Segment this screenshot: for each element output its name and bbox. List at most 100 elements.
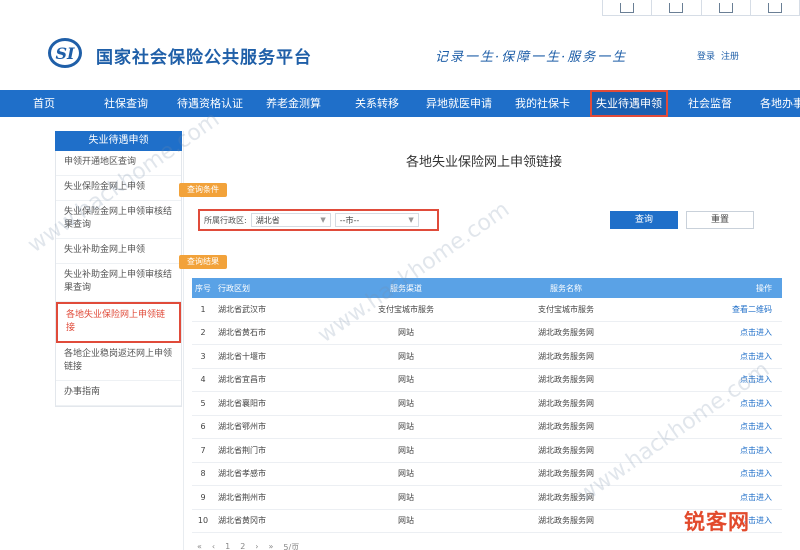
row-action-link[interactable]: 点击进入 <box>626 492 782 503</box>
table-cell: 湖北省黄石市 <box>218 328 266 338</box>
table-cell: 9 <box>200 492 206 502</box>
site-title[interactable]: 国家社会保险公共服务平台 <box>96 43 312 68</box>
nav-item[interactable]: 关系转移 <box>355 90 399 117</box>
table-cell: 湖北省宜昌市 <box>218 375 266 385</box>
table-cell: 3 <box>200 351 206 361</box>
header-cell: 服务名称 <box>550 283 582 293</box>
table-row: 4 湖北省宜昌市 网站 湖北政务服务网 点击进入 <box>192 369 782 392</box>
table-cell: 湖北省荆门市 <box>218 445 266 455</box>
pager-item[interactable]: « <box>197 542 202 550</box>
filter-section-tag: 查询条件 <box>179 183 227 197</box>
row-action-link[interactable]: 点击进入 <box>626 327 782 338</box>
header-cell: 序号 <box>195 283 211 293</box>
table-cell: 湖北省荆州市 <box>218 492 266 502</box>
pager-item[interactable]: 1 <box>225 542 230 550</box>
main-panel: 各地失业保险网上申领链接 查询条件 所属行政区: 湖北省 ▼ --市-- ▼ 查… <box>179 131 783 550</box>
logo-icon[interactable]: SI <box>48 38 82 68</box>
nav-item[interactable]: 养老金测算 <box>266 90 321 117</box>
table-cell: 8 <box>200 469 206 479</box>
table-cell: 网站 <box>398 375 414 385</box>
region-filter-label: 所属行政区: <box>204 215 247 225</box>
table-row: 2 湖北省黄石市 网站 湖北政务服务网 点击进入 <box>192 322 782 345</box>
login-link[interactable]: 登录 <box>697 52 715 62</box>
pager-item[interactable]: » <box>269 542 274 550</box>
register-link[interactable]: 注册 <box>721 52 739 62</box>
chevron-down-icon: ▼ <box>408 216 414 224</box>
table-cell: 网站 <box>398 398 414 408</box>
print-icon[interactable] <box>702 0 751 15</box>
table-cell: 7 <box>200 445 206 455</box>
table-cell: 湖北政务服务网 <box>538 422 594 432</box>
site-slogan: 记录一生·保障一生·服务一生 <box>435 50 628 65</box>
table-cell: 湖北政务服务网 <box>538 328 594 338</box>
app-icon[interactable] <box>603 0 653 15</box>
site-header: SI 国家社会保险公共服务平台 记录一生·保障一生·服务一生 登录 注册 <box>0 28 800 84</box>
table-cell: 5 <box>200 398 206 408</box>
row-action-link[interactable]: 查看二维码 <box>626 304 782 315</box>
page-title: 各地失业保险网上申领链接 <box>405 155 562 170</box>
region-filter: 所属行政区: 湖北省 ▼ --市-- ▼ <box>198 209 439 231</box>
city-select[interactable]: --市-- ▼ <box>334 213 419 227</box>
table-cell: 支付宝城市服务 <box>538 304 594 314</box>
table-cell: 湖北省黄冈市 <box>218 516 266 526</box>
nav-item[interactable]: 我的社保卡 <box>515 90 570 117</box>
login-links: 登录 注册 <box>697 49 745 62</box>
table-cell: 网站 <box>398 445 414 455</box>
share-icon[interactable] <box>652 0 702 15</box>
query-button[interactable]: 查询 <box>610 211 678 229</box>
pager-item[interactable]: › <box>255 542 258 550</box>
row-action-link[interactable]: 点击进入 <box>626 468 782 479</box>
province-select[interactable]: 湖北省 ▼ <box>250 213 331 227</box>
pager-item[interactable]: ‹ <box>212 542 215 550</box>
header-cell: 行政区划 <box>218 283 250 293</box>
table-cell: 湖北省武汉市 <box>218 304 266 314</box>
table-header: 序号 行政区划 服务渠道 服务名称 操作 <box>192 278 782 298</box>
province-select-value: 湖北省 <box>255 215 280 225</box>
result-section-tag: 查询结果 <box>179 255 227 269</box>
table-cell: 湖北政务服务网 <box>538 398 594 408</box>
sidebar-item[interactable]: 失业补助金网上申领 <box>56 239 181 264</box>
table-cell: 湖北省襄阳市 <box>218 398 266 408</box>
chevron-down-icon: ▼ <box>320 216 326 224</box>
reset-button[interactable]: 重置 <box>686 211 754 229</box>
window-icon[interactable] <box>751 0 800 15</box>
table-row: 1 湖北省武汉市 支付宝城市服务 支付宝城市服务 查看二维码 <box>192 298 782 322</box>
table-cell: 网站 <box>398 492 414 502</box>
sidebar-item[interactable]: 各地失业保险网上申领链接 <box>56 302 181 343</box>
table-cell: 网站 <box>398 351 414 361</box>
brand-watermark: 锐客网 <box>684 510 750 534</box>
table-cell: 湖北政务服务网 <box>538 516 594 526</box>
sidebar-item[interactable]: 失业补助金网上申领审核结果查询 <box>56 264 181 302</box>
table-cell: 湖北政务服务网 <box>538 445 594 455</box>
header-cell: 操作 <box>756 283 772 293</box>
table-cell: 网站 <box>398 422 414 432</box>
city-select-value: --市-- <box>339 215 360 225</box>
table-row: 3 湖北省十堰市 网站 湖北政务服务网 点击进入 <box>192 345 782 369</box>
table-cell: 湖北省孝感市 <box>218 469 266 479</box>
nav-item[interactable]: 社保查询 <box>104 90 148 117</box>
table-cell: 网站 <box>398 516 414 526</box>
table-cell: 网站 <box>398 469 414 479</box>
nav-item[interactable]: 失业待遇申领 <box>590 90 668 117</box>
table-cell: 湖北省鄂州市 <box>218 422 266 432</box>
pagination: « ‹ 1 2 › » 5/页 <box>197 542 299 550</box>
table-cell: 湖北政务服务网 <box>538 375 594 385</box>
nav-item[interactable]: 各地办事 <box>760 90 800 117</box>
nav-item[interactable]: 异地就医申请 <box>426 90 492 117</box>
main-nav: 首页 社保查询 待遇资格认证 养老金测算 关系转移 异地就医申请 我的社保卡 失业待遇申领 社会… <box>0 90 800 117</box>
table-cell: 湖北省十堰市 <box>218 351 266 361</box>
top-toolbar <box>602 0 800 16</box>
table-cell: 1 <box>200 304 206 314</box>
nav-item[interactable]: 社会监督 <box>688 90 732 117</box>
sidebar-item[interactable]: 办事指南 <box>56 381 181 406</box>
sidebar-item[interactable]: 各地企业稳岗返还网上申领链接 <box>56 343 181 381</box>
pager-item[interactable]: 5/页 <box>283 542 299 550</box>
table-cell: 6 <box>200 422 206 432</box>
table-cell: 湖北政务服务网 <box>538 351 594 361</box>
table-row: 7 湖北省荆门市 网站 湖北政务服务网 点击进入 <box>192 439 782 463</box>
table-cell: 2 <box>200 328 206 338</box>
pager-item[interactable]: 2 <box>240 542 245 550</box>
table-cell: 4 <box>200 375 206 385</box>
nav-item[interactable]: 首页 <box>33 90 55 117</box>
table-row: 8 湖北省孝感市 网站 湖北政务服务网 点击进入 <box>192 463 782 486</box>
